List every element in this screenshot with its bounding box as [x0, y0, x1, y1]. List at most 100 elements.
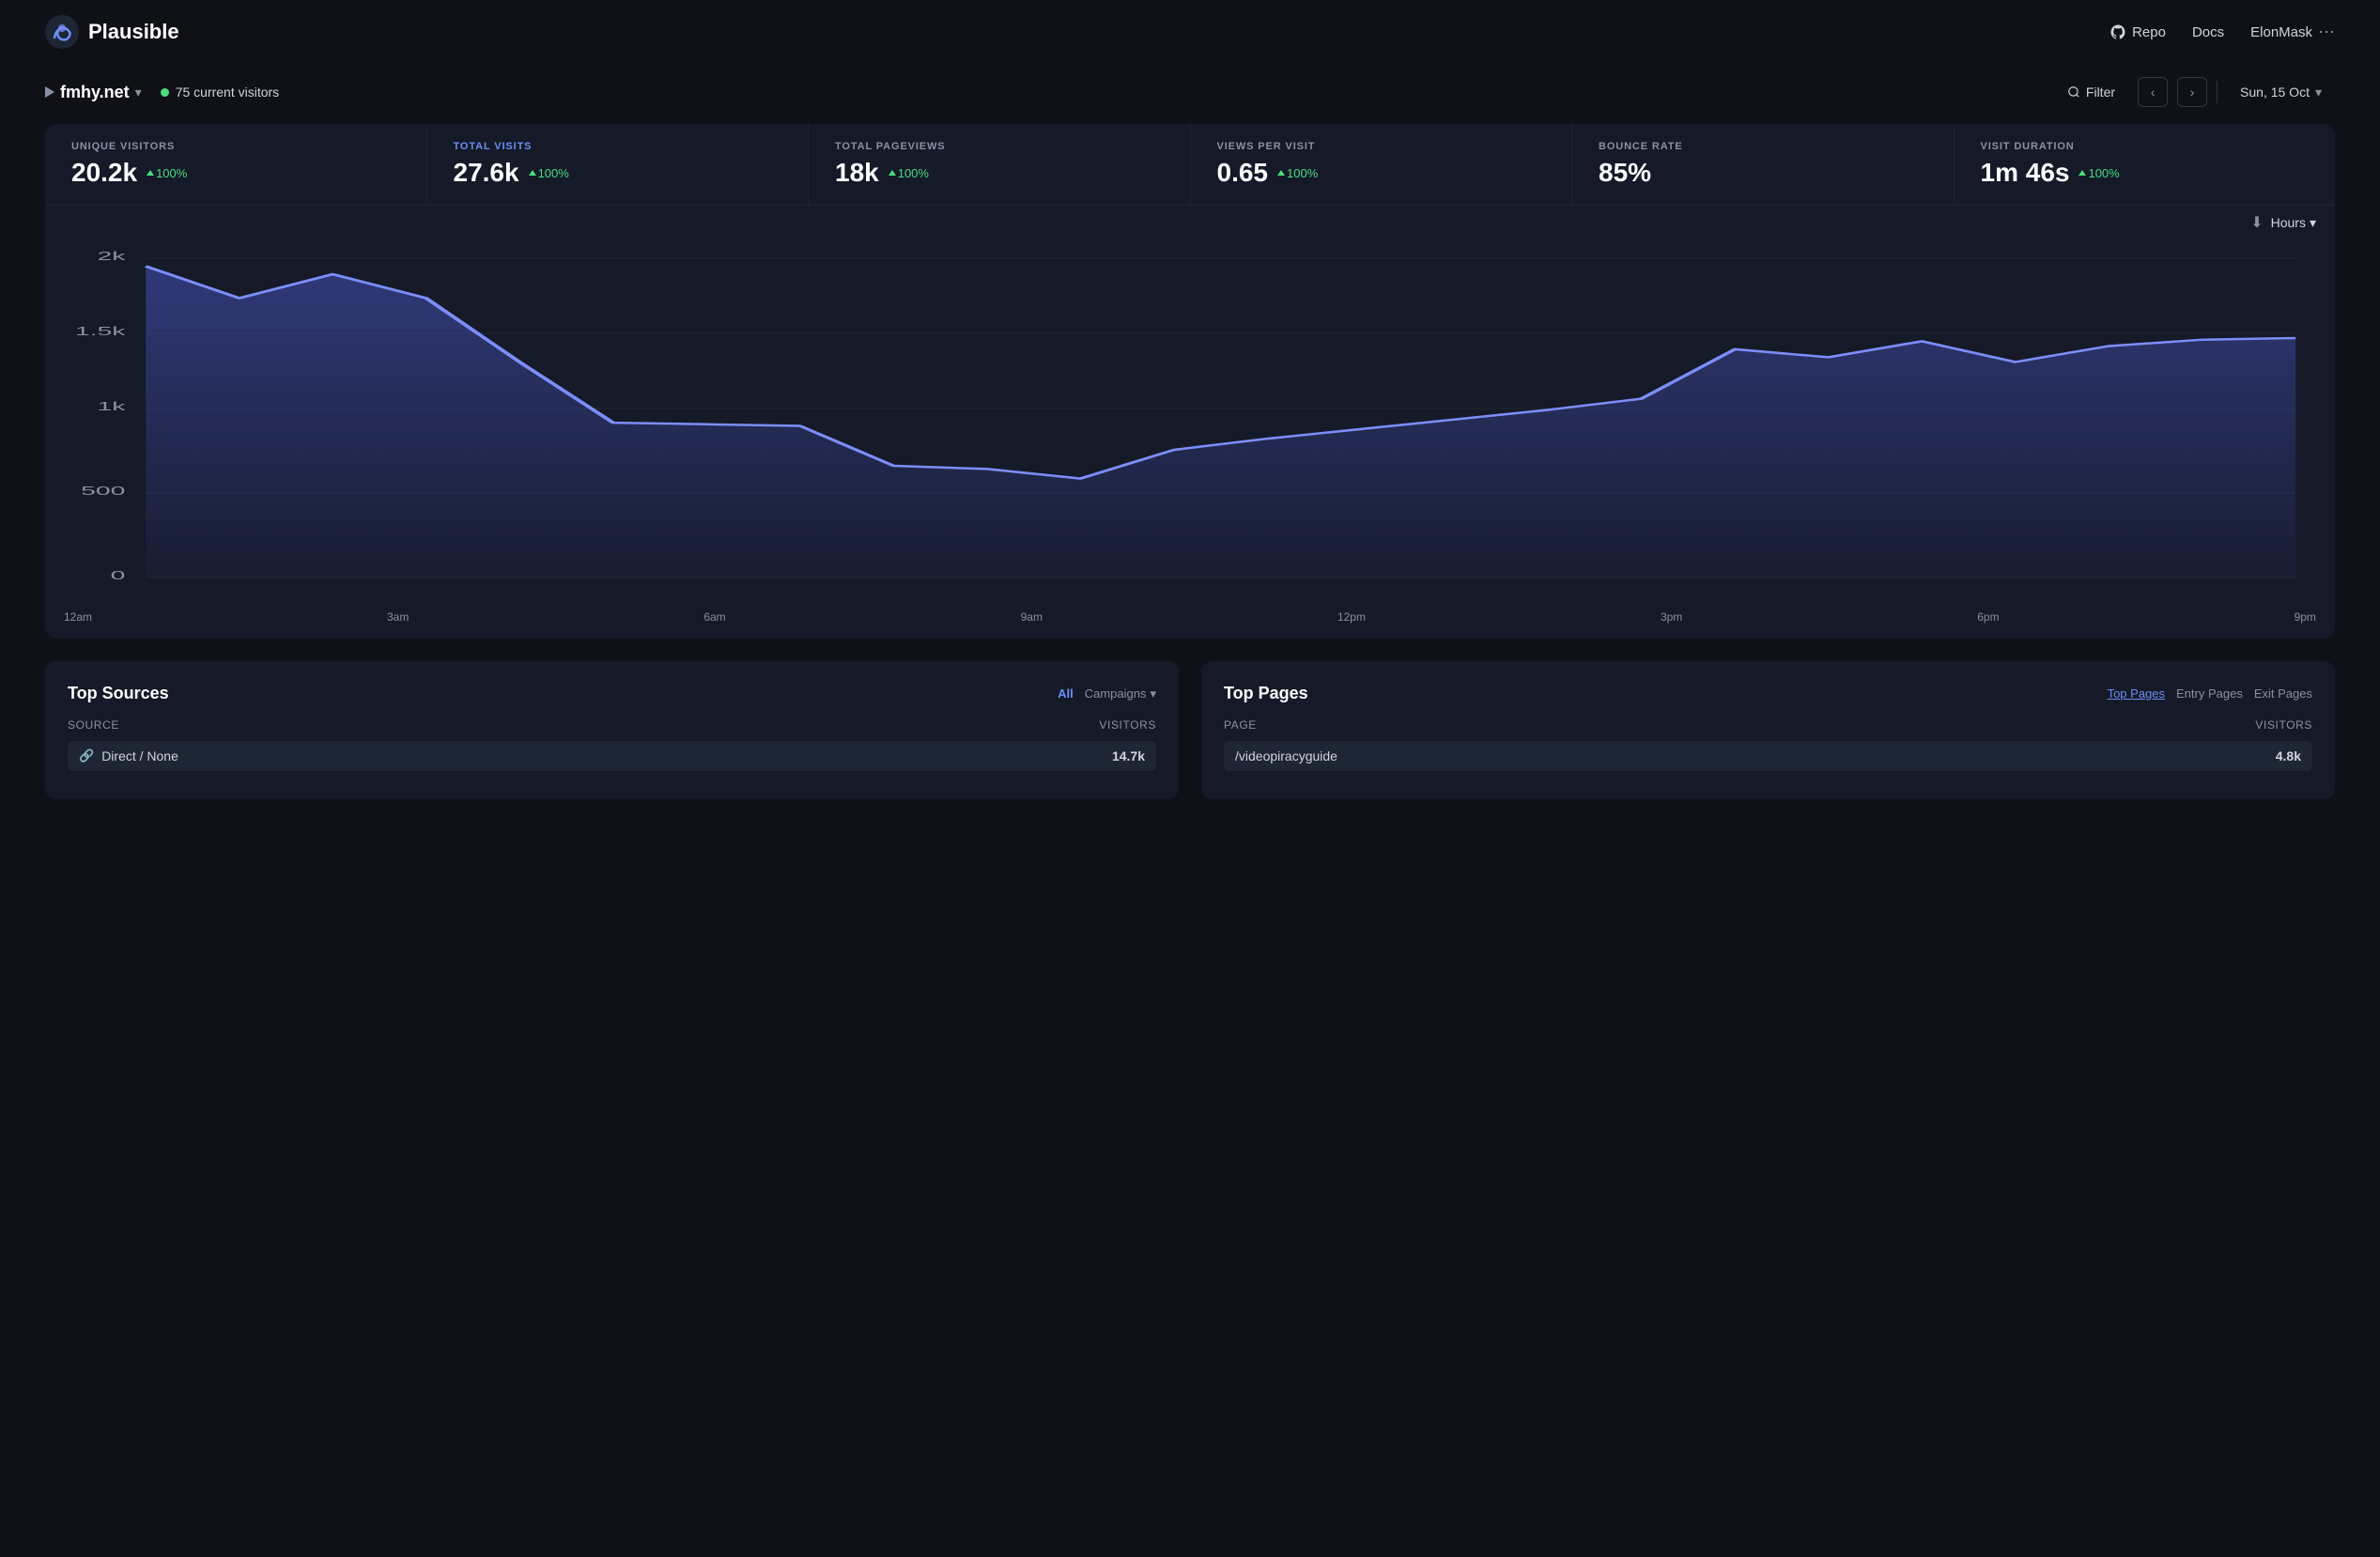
- live-badge: 75 current visitors: [161, 85, 279, 100]
- stat-change-2: 100%: [889, 166, 929, 180]
- x-label-6pm: 6pm: [1977, 610, 1999, 624]
- docs-label: Docs: [2192, 24, 2224, 40]
- chart-controls: ⬇ Hours ▾: [45, 213, 2335, 241]
- repo-label: Repo: [2132, 24, 2166, 40]
- play-icon: [45, 86, 54, 98]
- stat-item-3[interactable]: VIEWS PER VISIT 0.65 100%: [1191, 124, 1573, 205]
- user-menu[interactable]: ElonMask ⋯: [2250, 23, 2335, 42]
- stat-value-0: 20.2k: [71, 158, 137, 188]
- top-sources-header: Top Sources All Campaigns ▾: [68, 684, 1156, 703]
- stat-item-1[interactable]: TOTAL VISITS 27.6k 100%: [427, 124, 810, 205]
- svg-text:1.5k: 1.5k: [75, 324, 127, 338]
- arrow-up-icon: [1277, 170, 1285, 176]
- hours-selector-button[interactable]: Hours ▾: [2271, 215, 2316, 231]
- visitors-col-header-sources: Visitors: [1099, 718, 1156, 732]
- divider: [2217, 81, 2218, 103]
- x-label-9pm: 9pm: [2295, 610, 2316, 624]
- user-label: ElonMask: [2250, 24, 2312, 40]
- stat-value-row-5: 1m 46s 100%: [1981, 158, 2310, 188]
- svg-text:1k: 1k: [97, 399, 126, 413]
- stat-label-1: TOTAL VISITS: [454, 141, 782, 152]
- date-selector-button[interactable]: Sun, 15 Oct ▾: [2227, 79, 2335, 106]
- stat-item-4[interactable]: BOUNCE RATE 85%: [1572, 124, 1955, 205]
- table-row[interactable]: /videopiracyguide 4.8k: [1224, 741, 2312, 771]
- x-label-3pm: 3pm: [1661, 610, 1682, 624]
- subheader: fmhy.net ▾ 75 current visitors Filter ‹ …: [0, 64, 2380, 124]
- source-col-header: Source: [68, 718, 119, 732]
- date-label: Sun, 15 Oct: [2240, 85, 2310, 100]
- stats-card: UNIQUE VISITORS 20.2k 100% TOTAL VISITS …: [45, 124, 2335, 639]
- stat-label-5: VISIT DURATION: [1981, 141, 2310, 152]
- top-sources-col-headers: Source Visitors: [68, 718, 1156, 732]
- hours-chevron-icon: ▾: [2310, 215, 2316, 231]
- stat-label-3: VIEWS PER VISIT: [1217, 141, 1546, 152]
- docs-link[interactable]: Docs: [2192, 24, 2224, 40]
- chart-svg: 2k 1.5k 1k 500 0: [64, 241, 2316, 598]
- stat-value-row-1: 27.6k 100%: [454, 158, 782, 188]
- arrow-up-icon: [529, 170, 536, 176]
- subheader-right: Filter ‹ › Sun, 15 Oct ▾: [2054, 77, 2335, 107]
- chevron-down-icon: ▾: [135, 85, 142, 100]
- logo-text: Plausible: [88, 20, 179, 44]
- stat-value-4: 85%: [1599, 158, 1651, 188]
- tab-exit-pages[interactable]: Exit Pages: [2254, 686, 2312, 701]
- visitors-col-header-pages: Visitors: [2255, 718, 2312, 732]
- stat-value-row-2: 18k 100%: [835, 158, 1164, 188]
- main-content: UNIQUE VISITORS 20.2k 100% TOTAL VISITS …: [0, 124, 2380, 837]
- campaigns-chevron-icon: ▾: [1150, 686, 1156, 701]
- x-label-3am: 3am: [387, 610, 409, 624]
- nav-right: Repo Docs ElonMask ⋯: [2110, 23, 2335, 42]
- x-label-12am: 12am: [64, 610, 92, 624]
- site-selector[interactable]: fmhy.net ▾: [45, 83, 142, 102]
- svg-text:2k: 2k: [97, 249, 126, 263]
- stat-value-row-0: 20.2k 100%: [71, 158, 400, 188]
- arrow-up-icon: [889, 170, 896, 176]
- stat-item-5[interactable]: VISIT DURATION 1m 46s 100%: [1955, 124, 2336, 205]
- filter-label: Filter: [2086, 85, 2115, 100]
- plausible-logo-icon: [45, 15, 79, 49]
- stat-item-2[interactable]: TOTAL PAGEVIEWS 18k 100%: [809, 124, 1191, 205]
- search-icon: [2067, 85, 2080, 99]
- logo-area: Plausible: [45, 15, 179, 49]
- stat-value-2: 18k: [835, 158, 879, 188]
- prev-date-button[interactable]: ‹: [2138, 77, 2168, 107]
- stat-label-2: TOTAL PAGEVIEWS: [835, 141, 1164, 152]
- all-tab[interactable]: All: [1058, 686, 1074, 701]
- stat-item-0[interactable]: UNIQUE VISITORS 20.2k 100%: [45, 124, 427, 205]
- campaigns-tab[interactable]: Campaigns ▾: [1085, 686, 1156, 701]
- live-dot: [161, 88, 169, 97]
- download-icon[interactable]: ⬇: [2250, 213, 2263, 232]
- date-chevron-icon: ▾: [2315, 85, 2322, 100]
- page-name: /videopiracyguide: [1235, 748, 1337, 763]
- arrow-up-icon: [147, 170, 154, 176]
- hours-label: Hours: [2271, 215, 2306, 230]
- stat-change-1: 100%: [529, 166, 569, 180]
- top-pages-col-headers: Page Visitors: [1224, 718, 2312, 732]
- top-pages-header: Top Pages Top Pages Entry Pages Exit Pag…: [1224, 684, 2312, 703]
- campaigns-label: Campaigns: [1085, 686, 1147, 701]
- stat-label-4: BOUNCE RATE: [1599, 141, 1927, 152]
- subheader-left: fmhy.net ▾ 75 current visitors: [45, 83, 279, 102]
- page-col-header: Page: [1224, 718, 1257, 732]
- repo-link[interactable]: Repo: [2110, 23, 2166, 40]
- more-icon: ⋯: [2318, 23, 2335, 42]
- svg-text:500: 500: [81, 484, 125, 498]
- bottom-row: Top Sources All Campaigns ▾ Source Visit…: [45, 661, 2335, 799]
- stat-change-3: 100%: [1277, 166, 1318, 180]
- table-row[interactable]: 🔗 Direct / None 14.7k: [68, 741, 1156, 771]
- stat-value-3: 0.65: [1217, 158, 1269, 188]
- arrow-up-icon: [2079, 170, 2086, 176]
- stat-value-row-3: 0.65 100%: [1217, 158, 1546, 188]
- next-date-button[interactable]: ›: [2177, 77, 2207, 107]
- filter-button[interactable]: Filter: [2054, 79, 2128, 105]
- chart-wrapper: 2k 1.5k 1k 500 0: [45, 241, 2335, 603]
- stat-value-row-4: 85%: [1599, 158, 1927, 188]
- tab-entry-pages[interactable]: Entry Pages: [2176, 686, 2243, 701]
- x-label-9am: 9am: [1021, 610, 1043, 624]
- link-icon: 🔗: [79, 748, 94, 763]
- chart-area: ⬇ Hours ▾ 2k 1.5k 1k: [45, 206, 2335, 639]
- tab-top-pages[interactable]: Top Pages: [2108, 686, 2165, 701]
- stat-label-0: UNIQUE VISITORS: [71, 141, 400, 152]
- navbar: Plausible Repo Docs ElonMask ⋯: [0, 0, 2380, 64]
- stat-change-5: 100%: [2079, 166, 2119, 180]
